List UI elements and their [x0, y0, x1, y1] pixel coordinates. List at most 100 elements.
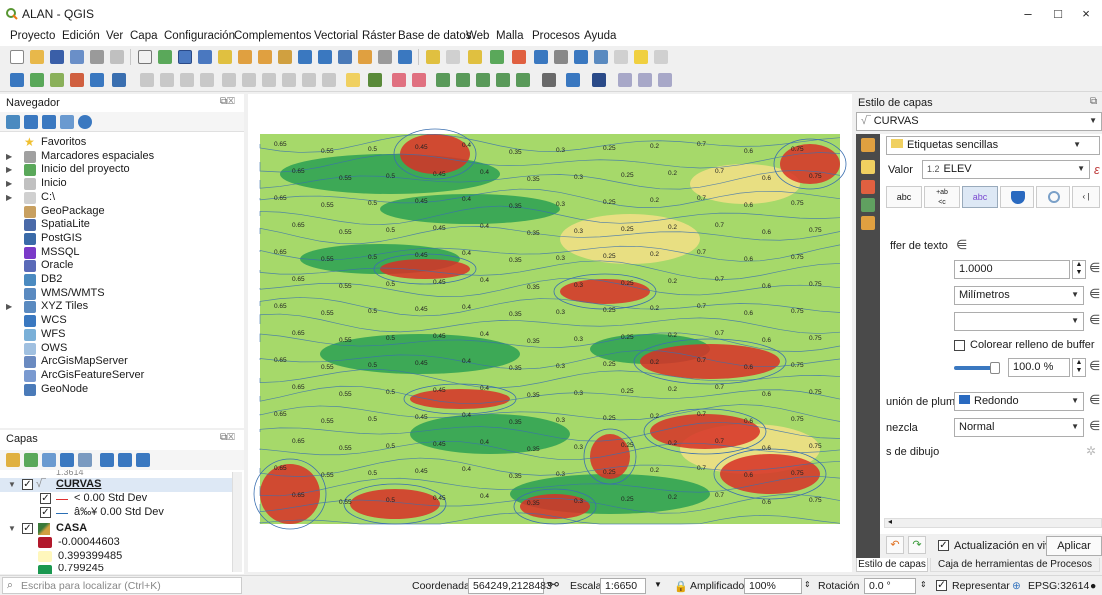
edit-pencil-icon[interactable]	[70, 73, 84, 87]
minimize-button[interactable]: –	[1012, 4, 1044, 24]
browser-item[interactable]: ▶ Inicio del proyecto	[0, 163, 240, 177]
browser-item[interactable]: GeoNode	[0, 383, 240, 397]
plugin-2-icon[interactable]	[566, 73, 580, 87]
rotation-spinner-icon[interactable]: ⇕	[920, 580, 927, 589]
zoom-native-icon[interactable]	[278, 50, 292, 64]
label-tool-5-icon[interactable]	[436, 73, 450, 87]
contour-map[interactable]: 0.65 0.55 0.5 0.45 0.4 0.35 0.3 0.25 0.2 0.7 0.6 0.…	[248, 94, 852, 572]
label-tool-4-icon[interactable]	[412, 73, 426, 87]
layer-visibility-checkbox[interactable]: ✓	[22, 479, 33, 490]
layer-row-casa[interactable]: ▼ ✓ CASA	[0, 522, 232, 536]
select-by-value-icon[interactable]	[490, 50, 504, 64]
messages-icon[interactable]: ●	[1090, 580, 1096, 592]
opacity-slider-handle[interactable]	[990, 362, 1000, 374]
expand-arrow-icon[interactable]: ▶	[6, 152, 12, 161]
add-vertex-icon[interactable]	[50, 73, 64, 87]
digitize-icon[interactable]	[112, 73, 126, 87]
refresh-icon[interactable]	[24, 115, 38, 129]
rotation-field[interactable]: 0.0 °	[864, 578, 916, 594]
pen-join-select[interactable]: Redondo ▼	[954, 392, 1084, 411]
new-project-icon[interactable]	[10, 50, 24, 64]
plugin-4-icon[interactable]	[618, 73, 632, 87]
buffer-size-input[interactable]: 1.0000	[954, 260, 1070, 279]
buffer-color-button[interactable]: ▼	[954, 312, 1084, 331]
layout-manager-icon[interactable]	[110, 50, 124, 64]
browser-item[interactable]: ▶ Inicio	[0, 177, 240, 191]
browser-item[interactable]: MSSQL	[0, 246, 240, 260]
actions-icon[interactable]	[446, 50, 460, 64]
opacity-slider[interactable]	[954, 366, 994, 370]
expression-icon[interactable]: ε	[1094, 162, 1100, 177]
data-defined-icon[interactable]: ⋹	[1089, 392, 1100, 408]
dock-buttons-icon[interactable]: ⧉	[1090, 96, 1097, 107]
expand-arrow-icon[interactable]: ▶	[6, 302, 12, 311]
zoom-selection-icon[interactable]	[238, 50, 252, 64]
menu-base-de-datos[interactable]: Base de datos	[398, 30, 472, 42]
browser-item[interactable]: GeoPackage	[0, 205, 240, 219]
filter-expression-icon[interactable]	[78, 453, 92, 467]
browser-item[interactable]: ▶ XYZ Tiles	[0, 300, 240, 314]
text-annotation-icon[interactable]	[654, 50, 668, 64]
label-tool-2-icon[interactable]	[368, 73, 382, 87]
refresh-icon[interactable]	[398, 50, 412, 64]
layers-scrollbar[interactable]	[232, 472, 242, 572]
save-as-icon[interactable]	[70, 50, 84, 64]
lock-scale-icon[interactable]: 🔒	[674, 580, 688, 593]
layer-row-curvas[interactable]: ▼ ✓ √‾ CURVAS	[0, 478, 232, 492]
redo-icon[interactable]: ↷	[908, 536, 926, 554]
properties-icon[interactable]	[78, 115, 92, 129]
field-calculator-icon[interactable]	[554, 50, 568, 64]
measure-icon[interactable]	[614, 50, 628, 64]
browser-item[interactable]: ArcGisFeatureServer	[0, 369, 240, 383]
render-checkbox[interactable]: ✓	[936, 580, 947, 591]
select-features-icon[interactable]	[468, 50, 482, 64]
save-edits-icon[interactable]	[90, 73, 104, 87]
open-styling-icon[interactable]	[6, 453, 20, 467]
tab-mask[interactable]	[1000, 186, 1034, 208]
tab-processing-toolbox[interactable]: Caja de herramientas de Procesos	[930, 558, 1100, 572]
expand-arrow-icon[interactable]: ▶	[6, 179, 12, 188]
legend-checkbox[interactable]: ✓	[40, 507, 51, 518]
opacity-input[interactable]: 100.0 %	[1008, 358, 1070, 377]
apply-button[interactable]: Aplicar	[1046, 536, 1102, 556]
collapse-all-icon[interactable]	[60, 115, 74, 129]
statistics-icon[interactable]	[594, 50, 608, 64]
menu-edicion[interactable]: Edición	[62, 30, 100, 42]
buffer-size-spinner[interactable]: ▲ ▼	[1072, 260, 1086, 279]
collapse-arrow-icon[interactable]: ▼	[8, 480, 16, 489]
dock-buttons-icon[interactable]: ⧉☒	[220, 432, 235, 443]
menu-web[interactable]: Web	[466, 30, 489, 42]
add-selected-layers-icon[interactable]	[6, 115, 20, 129]
manage-map-themes-icon[interactable]	[42, 453, 56, 467]
labels-tab-icon[interactable]	[861, 160, 875, 174]
menu-vectorial[interactable]: Vectorial	[314, 30, 358, 42]
undo-icon[interactable]: ↶	[886, 536, 904, 554]
zoom-out-icon[interactable]	[198, 50, 212, 64]
toolbox-icon[interactable]	[574, 50, 588, 64]
close-button[interactable]: ×	[1070, 4, 1102, 24]
live-update-checkbox[interactable]: ✓	[938, 540, 949, 551]
new-map-view-icon[interactable]	[338, 50, 352, 64]
scale-dropdown-icon[interactable]: ▼	[654, 580, 662, 589]
collapse-all-icon[interactable]	[118, 453, 132, 467]
save-project-icon[interactable]	[50, 50, 64, 64]
zoom-next-icon[interactable]	[318, 50, 332, 64]
plugin-6-icon[interactable]	[658, 73, 672, 87]
toggle-extents-icon[interactable]: ⚯	[548, 577, 559, 593]
blend-mode-select[interactable]: Normal ▼	[954, 418, 1084, 437]
legend-item[interactable]: ✓ â‰¥ 0.00 Std Dev	[0, 506, 232, 520]
layer-visibility-checkbox[interactable]: ✓	[22, 523, 33, 534]
new-3d-view-icon[interactable]	[378, 50, 392, 64]
menu-procesos[interactable]: Procesos	[532, 30, 580, 42]
remove-layer-icon[interactable]	[136, 453, 150, 467]
label-tool-6-icon[interactable]	[456, 73, 470, 87]
layer-selector[interactable]: √‾ CURVAS ▼	[856, 112, 1102, 131]
label-tool-1-icon[interactable]	[346, 73, 360, 87]
tab-buffer[interactable]: abc	[962, 186, 998, 208]
tab-background[interactable]	[1036, 186, 1070, 208]
3d-tab-icon[interactable]	[861, 180, 875, 194]
browser-item[interactable]: ▶ C:\	[0, 191, 240, 205]
menu-configuracion[interactable]: Configuración	[164, 30, 235, 42]
browser-item[interactable]: ArcGisMapServer	[0, 355, 240, 369]
menu-complementos[interactable]: Complementos	[234, 30, 311, 42]
